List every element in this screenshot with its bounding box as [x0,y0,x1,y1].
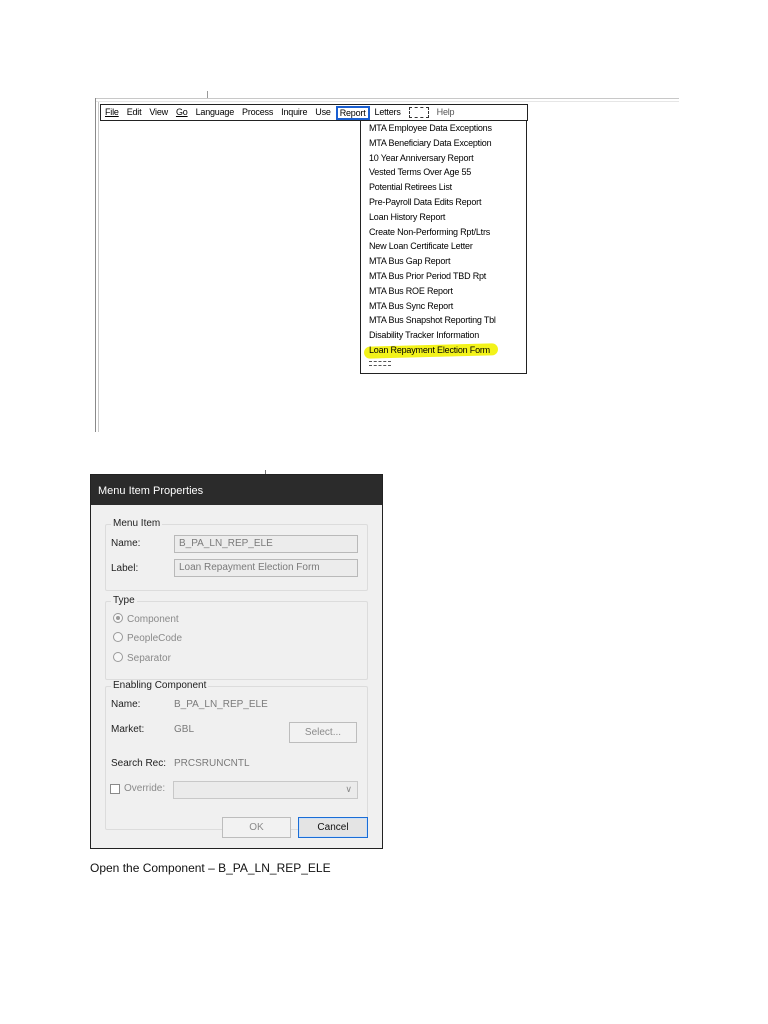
menu-item-mta-bus-snapshot-reporting-tbl[interactable]: MTA Bus Snapshot Reporting Tbl [361,313,526,328]
menu-placeholder-items [361,358,526,366]
override-checkbox[interactable] [110,784,120,794]
menu-item-name-field[interactable]: B_PA_LN_REP_ELE [174,535,358,553]
menu-item-new-loan-certificate-letter[interactable]: New Loan Certificate Letter [361,239,526,254]
menu-item-mta-beneficiary-data-exception[interactable]: MTA Beneficiary Data Exception [361,136,526,151]
menu-item-create-non-performing[interactable]: Create Non-Performing Rpt/Ltrs [361,225,526,240]
window-top-border-inner [95,101,679,102]
menu-process[interactable]: Process [238,106,277,119]
ok-button[interactable]: OK [222,817,291,838]
enabling-component-group-title: Enabling Component [111,680,209,692]
type-group-title: Type [111,595,137,607]
override-dropdown[interactable]: ∨ [173,781,358,799]
menu-language[interactable]: Language [192,106,238,119]
menu-report[interactable]: Report [335,105,370,120]
radio-indicator [113,632,123,642]
menu-item-potential-retirees-list[interactable]: Potential Retirees List [361,180,526,195]
select-button[interactable]: Select... [289,722,357,743]
menu-item-label-field[interactable]: Loan Repayment Election Form [174,559,358,577]
menu-item-mta-bus-prior-period-tbd-rpt[interactable]: MTA Bus Prior Period TBD Rpt [361,269,526,284]
chevron-down-icon: ∨ [345,784,352,794]
menu-bar: File Edit View Go Language Process Inqui… [100,104,528,121]
menu-item-disability-tracker-information[interactable]: Disability Tracker Information [361,328,526,343]
dialog-title: Menu Item Properties [91,475,382,505]
menu-item-loan-history-report[interactable]: Loan History Report [361,210,526,225]
menu-edit[interactable]: Edit [123,106,146,119]
radio-separator[interactable]: Separator [113,652,171,665]
caption-text: Open the Component – B_PA_LN_REP_ELE [90,861,331,875]
market-label: Market: [111,724,145,735]
menu-placeholder[interactable] [408,107,429,118]
menu-item-mta-bus-gap-report[interactable]: MTA Bus Gap Report [361,254,526,269]
menu-item-mta-bus-sync-report[interactable]: MTA Bus Sync Report [361,299,526,314]
window-left-border [95,98,96,432]
radio-component[interactable]: Component [113,613,179,626]
search-rec-label: Search Rec: [111,758,167,769]
menu-help[interactable]: Help [433,106,459,119]
menu-item-group-title: Menu Item [111,518,163,530]
cancel-button[interactable]: Cancel [298,817,368,838]
menu-use[interactable]: Use [311,106,334,119]
menu-file[interactable]: File [101,106,123,119]
menu-view[interactable]: View [145,106,172,119]
menu-item-vested-terms-over-age-55[interactable]: Vested Terms Over Age 55 [361,165,526,180]
menu-item-name-label: Name: [111,538,141,549]
market-value: GBL [174,724,195,735]
search-rec-value: PRCSRUNCNTL [174,758,250,769]
window-left-border-inner [98,102,99,432]
component-name-label: Name: [111,699,141,710]
menu-go[interactable]: Go [172,106,192,119]
menu-letters[interactable]: Letters [371,106,405,119]
radio-peoplecode[interactable]: PeopleCode [113,632,182,645]
menu-item-label-label: Label: [111,563,139,574]
dialog-body: Menu Item Name: B_PA_LN_REP_ELE Label: L… [91,505,382,848]
menu-inquire[interactable]: Inquire [277,106,311,119]
menu-item-properties-dialog: Menu Item Properties Menu Item Name: B_P… [90,474,383,849]
menu-item-mta-employee-data-exceptions[interactable]: MTA Employee Data Exceptions [361,121,526,136]
menu-item-mta-bus-roe-report[interactable]: MTA Bus ROE Report [361,284,526,299]
menu-item-10-year-anniversary-report[interactable]: 10 Year Anniversary Report [361,151,526,166]
override-label: Override: [124,783,166,794]
window-top-border [95,98,679,99]
radio-selected-indicator [113,613,123,623]
report-dropdown-menu: MTA Employee Data Exceptions MTA Benefic… [360,120,527,374]
menu-item-pre-payroll-data-edits-report[interactable]: Pre-Payroll Data Edits Report [361,195,526,210]
radio-indicator [113,652,123,662]
menu-item-loan-repayment-election-form[interactable]: Loan Repayment Election Form [361,343,526,358]
component-name-value: B_PA_LN_REP_ELE [174,699,268,710]
